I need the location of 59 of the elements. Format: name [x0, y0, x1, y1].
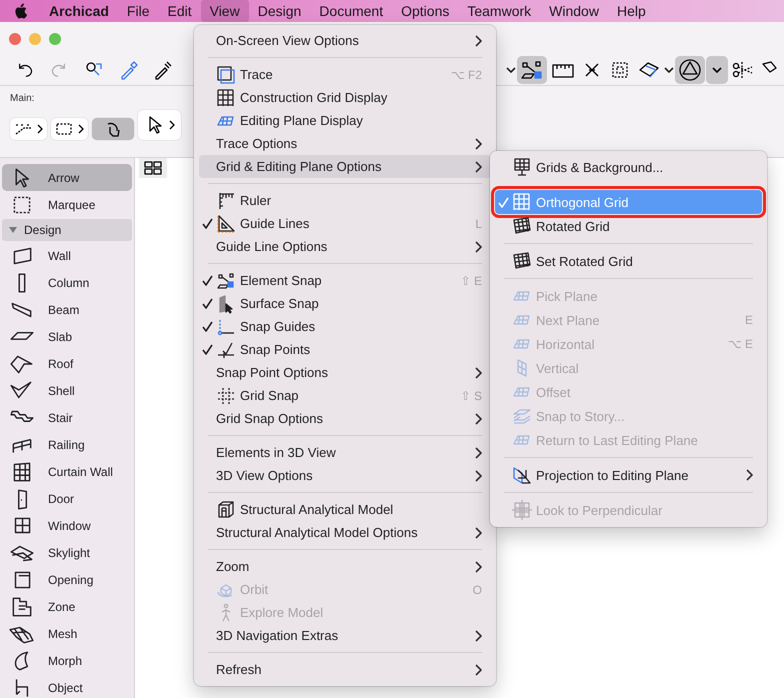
tool-item[interactable]: Beam — [2, 296, 132, 323]
menu-title[interactable]: Document — [310, 0, 392, 22]
tool-item[interactable]: Morph — [2, 647, 132, 674]
menu-item[interactable]: Structural Analytical Model Options — [199, 521, 491, 544]
tool-item[interactable]: Railing — [2, 431, 132, 458]
menu-title[interactable]: File — [118, 0, 158, 22]
menu-item[interactable]: Element Snap ⇧ E — [199, 269, 491, 292]
section-label: Design — [24, 223, 62, 237]
menu-item[interactable]: Grids & Background... — [495, 155, 762, 179]
menu-item[interactable]: 3D Navigation Extras — [199, 624, 491, 647]
menu-title[interactable]: Help — [608, 0, 655, 22]
menu-item[interactable]: Grid Snap ⇧ S — [199, 384, 491, 407]
menu-item[interactable]: Snap Points — [199, 338, 491, 361]
menu-title[interactable]: View — [200, 0, 249, 22]
menu-item[interactable]: Snap Guides — [199, 315, 491, 338]
menu-item[interactable]: Elements in 3D View — [199, 441, 491, 464]
menu-item[interactable]: Trace ⌥ F2 — [199, 63, 491, 86]
menu-item[interactable]: Guide Line Options — [199, 235, 491, 258]
menu-item[interactable]: Surface Snap — [199, 292, 491, 315]
menu-item[interactable]: Structural Analytical Model — [199, 498, 491, 521]
menu-item[interactable]: Editing Plane Display — [199, 109, 491, 132]
menu-item[interactable]: Guide Lines L — [199, 212, 491, 235]
tool-item[interactable]: Arrow — [2, 164, 132, 191]
tool-item[interactable]: Stair — [2, 404, 132, 431]
menu-item[interactable]: Grid Snap Options — [199, 407, 491, 430]
tool-item[interactable]: Opening — [2, 566, 132, 593]
menu-title[interactable]: Archicad — [40, 0, 118, 22]
menu-item[interactable]: Trace Options — [199, 132, 491, 155]
menu-item[interactable]: Snap Point Options — [199, 361, 491, 384]
menu-title[interactable]: Teamwork — [458, 0, 540, 22]
tool-item[interactable]: Object — [2, 674, 132, 698]
menu-item[interactable]: Zoom — [199, 555, 491, 578]
menu-title[interactable]: Options — [392, 0, 458, 22]
menu-item[interactable]: Construction Grid Display — [199, 86, 491, 109]
menu-item[interactable]: Refresh — [199, 658, 491, 681]
section-header[interactable]: Design — [2, 219, 132, 241]
tool-item[interactable]: Zone — [2, 593, 132, 620]
menu-title[interactable]: Edit — [158, 0, 201, 22]
tool-item[interactable]: Wall — [2, 242, 132, 269]
tool-item[interactable]: Roof — [2, 350, 132, 377]
menu-item[interactable]: Grid & Editing Plane Options — [199, 155, 491, 178]
toolbar-label: Main: — [10, 93, 34, 104]
tool-item[interactable]: Column — [2, 269, 132, 296]
tool-item[interactable]: Slab — [2, 323, 132, 350]
tool-item[interactable]: Skylight — [2, 539, 132, 566]
menu-title[interactable]: Window — [540, 0, 608, 22]
menu-title[interactable]: Design — [248, 0, 310, 22]
menu-item[interactable]: Ruler — [199, 189, 491, 212]
tool-item[interactable]: Window — [2, 512, 132, 539]
tool-item[interactable]: Door — [2, 485, 132, 512]
tool-item[interactable]: Mesh — [2, 620, 132, 647]
tool-item[interactable]: Curtain Wall — [2, 458, 132, 485]
menu-item[interactable]: 3D View Options — [199, 464, 491, 487]
tool-item[interactable]: Marquee — [2, 191, 132, 218]
menu-item[interactable]: Rotated Grid — [495, 214, 762, 238]
menu-item[interactable]: On-Screen View Options — [199, 29, 491, 52]
menu-item[interactable]: Set Rotated Grid — [495, 249, 762, 273]
menu-item[interactable]: Projection to Editing Plane — [495, 463, 762, 487]
tool-item[interactable]: Shell — [2, 377, 132, 404]
